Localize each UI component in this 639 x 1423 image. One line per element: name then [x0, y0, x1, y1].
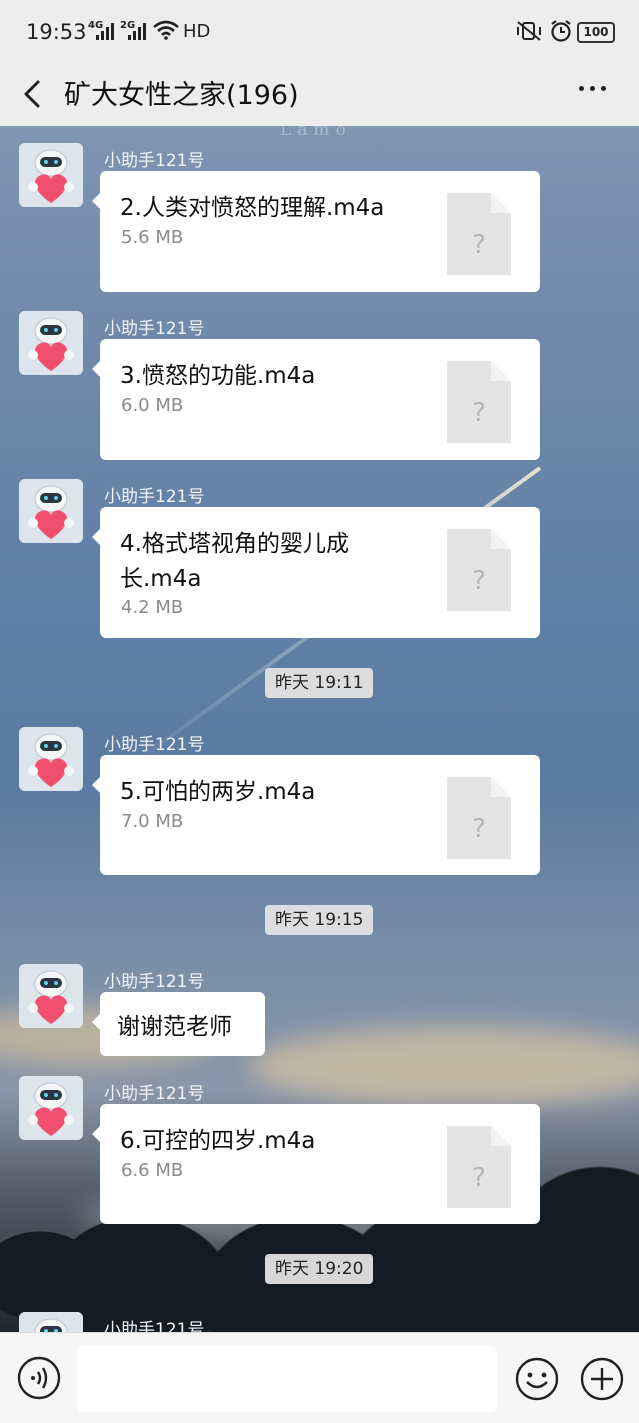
background-cloud [250, 1026, 639, 1106]
status-bar: 19:53 4G 2G HD 100 [0, 0, 639, 62]
signal-2-icon [128, 22, 146, 40]
input-bar [0, 1332, 639, 1423]
file-name: 5.可怕的两岁.m4a [120, 779, 316, 805]
robot-heart-avatar-icon [19, 1076, 83, 1140]
file-name: 3.愤怒的功能.m4a [120, 363, 316, 389]
text-message-bubble[interactable]: 谢谢范老师 [92, 992, 265, 1056]
svg-text:?: ? [472, 230, 486, 260]
unknown-file-icon: ? [447, 529, 511, 611]
robot-heart-avatar-icon [19, 143, 83, 207]
unknown-file-icon: ? [447, 193, 511, 275]
mute-vibrate-icon [517, 21, 541, 41]
sender-name: 小助手121号 [104, 151, 205, 171]
avatar[interactable] [19, 1312, 83, 1332]
timestamp: 昨天 19:20 [265, 1254, 374, 1284]
alarm-icon [551, 20, 571, 42]
message-text: 谢谢范老师 [117, 1014, 232, 1040]
background-watermark: Lamo [280, 126, 352, 140]
avatar[interactable] [19, 311, 83, 375]
robot-heart-avatar-icon [19, 727, 83, 791]
status-time: 19:53 [26, 20, 87, 44]
avatar[interactable] [19, 1076, 83, 1140]
file-size: 7.0 MB [121, 811, 184, 832]
sender-name: 小助手121号 [104, 1320, 205, 1332]
chat-title: 矿大女性之家(196) [64, 80, 299, 111]
avatar[interactable] [19, 479, 83, 543]
battery-indicator: 100 [577, 22, 615, 43]
file-name: 6.可控的四岁.m4a [120, 1128, 316, 1154]
svg-text:?: ? [472, 398, 486, 428]
robot-heart-avatar-icon [19, 1312, 83, 1332]
unknown-file-icon: ? [447, 777, 511, 859]
svg-text:?: ? [472, 1163, 486, 1193]
voice-input-icon[interactable] [17, 1356, 61, 1400]
file-size: 5.6 MB [121, 227, 184, 248]
robot-heart-avatar-icon [19, 479, 83, 543]
sender-name: 小助手121号 [104, 319, 205, 339]
more-functions-plus-icon[interactable] [579, 1356, 625, 1402]
file-message-bubble[interactable]: 4.格式塔视角的婴儿成长.m4a 4.2 MB ? [92, 507, 540, 638]
file-name: 4.格式塔视角的婴儿成长.m4a [120, 531, 349, 592]
file-size: 4.2 MB [121, 597, 184, 618]
back-arrow-icon[interactable] [16, 74, 50, 114]
avatar[interactable] [19, 143, 83, 207]
svg-text:?: ? [472, 566, 486, 596]
svg-text:?: ? [472, 814, 486, 844]
chat-header: 矿大女性之家(196) [0, 62, 639, 126]
timestamp: 昨天 19:11 [265, 668, 374, 698]
file-size: 6.0 MB [121, 395, 184, 416]
robot-heart-avatar-icon [19, 964, 83, 1028]
avatar[interactable] [19, 964, 83, 1028]
emoji-icon[interactable] [514, 1356, 560, 1402]
more-options-icon[interactable] [579, 86, 606, 91]
wifi-icon [153, 20, 179, 40]
file-message-bubble[interactable]: 6.可控的四岁.m4a 6.6 MB ? [92, 1104, 540, 1224]
signal-1-icon [96, 22, 114, 40]
unknown-file-icon: ? [447, 1126, 511, 1208]
message-input[interactable] [77, 1346, 497, 1412]
sender-name: 小助手121号 [104, 972, 205, 992]
unknown-file-icon: ? [447, 361, 511, 443]
sender-name: 小助手121号 [104, 487, 205, 507]
hd-indicator: HD [183, 21, 211, 42]
file-size: 6.6 MB [121, 1160, 184, 1181]
timestamp: 昨天 19:15 [265, 905, 374, 935]
file-message-bubble[interactable]: 2.人类对愤怒的理解.m4a 5.6 MB ? [92, 171, 540, 292]
file-message-bubble[interactable]: 5.可怕的两岁.m4a 7.0 MB ? [92, 755, 540, 875]
sender-name: 小助手121号 [104, 1084, 205, 1104]
avatar[interactable] [19, 727, 83, 791]
robot-heart-avatar-icon [19, 311, 83, 375]
chat-message-area[interactable]: Lamo 小助手121号 2.人类对愤怒的理解.m4a 5.6 MB ? 小助手… [0, 126, 639, 1332]
file-name: 2.人类对愤怒的理解.m4a [120, 195, 385, 221]
sender-name: 小助手121号 [104, 735, 205, 755]
file-message-bubble[interactable]: 3.愤怒的功能.m4a 6.0 MB ? [92, 339, 540, 460]
